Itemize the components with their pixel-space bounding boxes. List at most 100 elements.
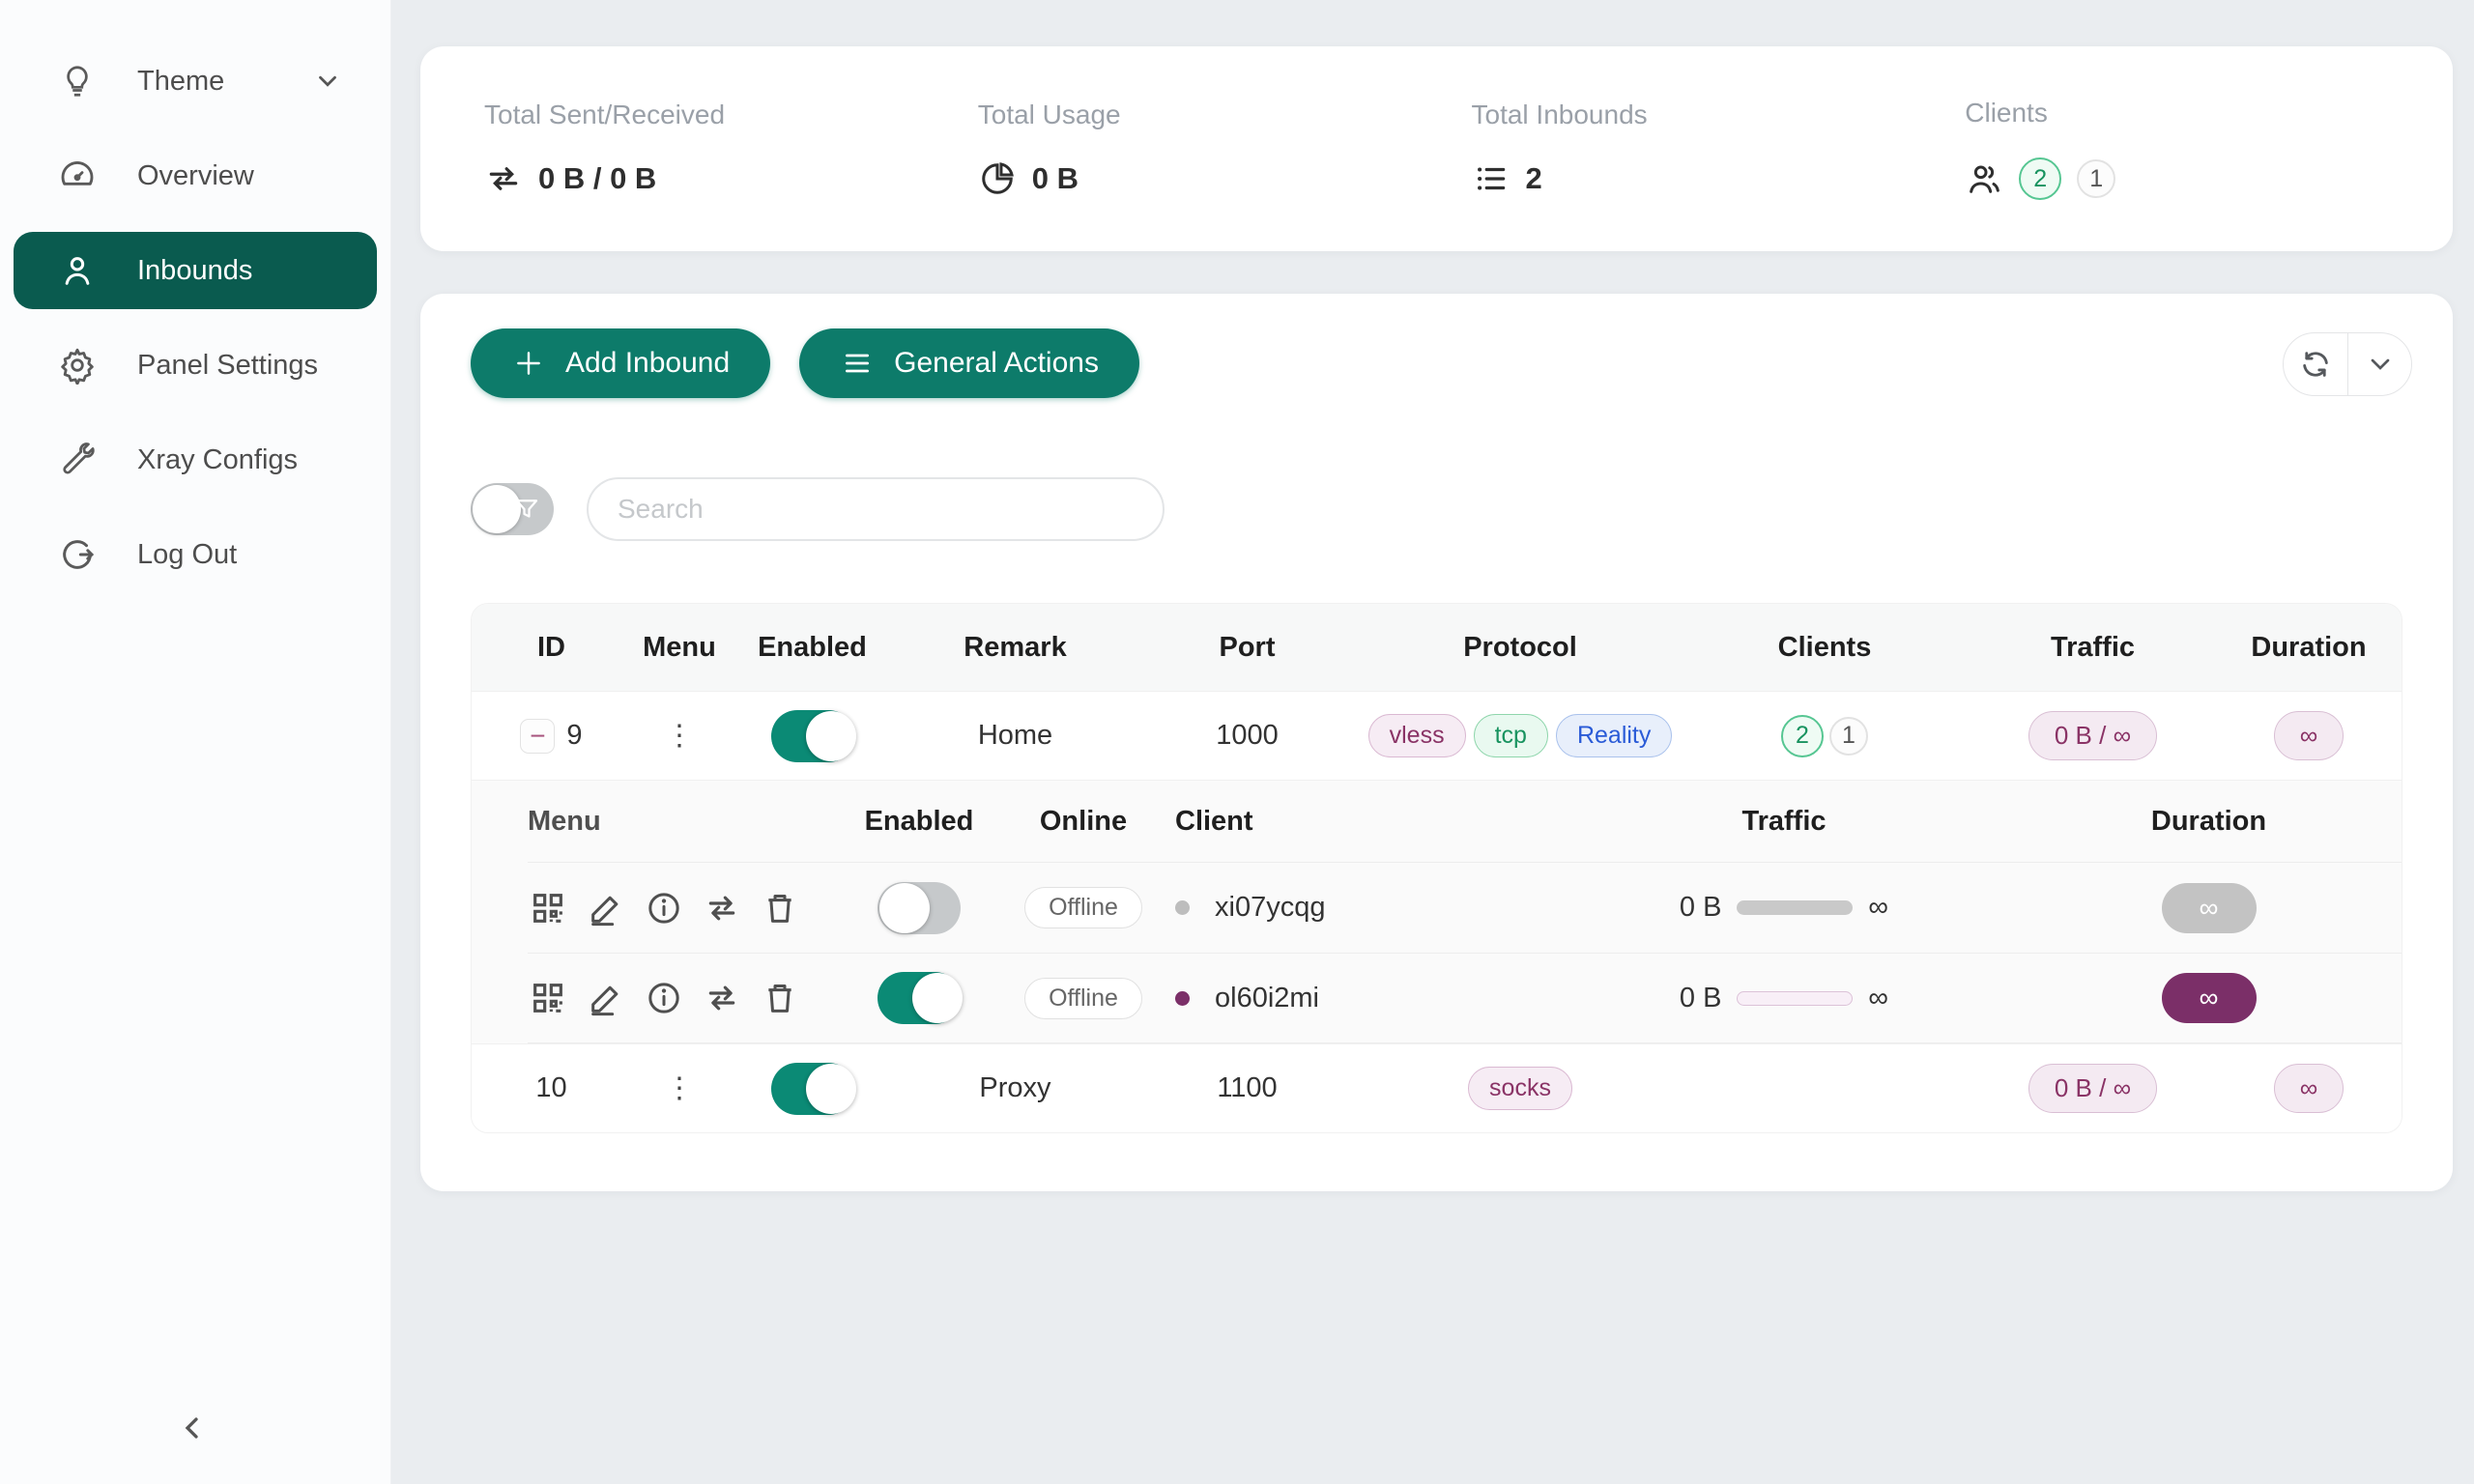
stat-label: Total Inbounds — [1472, 100, 1931, 130]
logout-icon — [56, 533, 99, 576]
add-inbound-button[interactable]: Add Inbound — [471, 328, 770, 398]
sidebar-item-xray-configs[interactable]: Xray Configs — [14, 421, 377, 499]
row-duration-pill: ∞ — [2274, 1064, 2345, 1113]
sidebar-item-overview[interactable]: Overview — [14, 137, 377, 214]
col-header-enabled: Enabled — [728, 632, 897, 664]
client-name: xi07ycqg — [1215, 892, 1325, 924]
client-row: Offline xi07ycqg 0 B ∞ ∞ — [528, 862, 2402, 953]
refresh-interval-dropdown[interactable] — [2347, 333, 2411, 395]
main-content: Total Sent/Received 0 B / 0 B Total Usag… — [391, 0, 2474, 1484]
subcol-header-duration: Duration — [2016, 806, 2402, 838]
general-actions-label: General Actions — [894, 347, 1099, 380]
lightbulb-icon — [56, 60, 99, 102]
client-traffic-bar — [1737, 991, 1853, 1006]
search-row — [471, 477, 2402, 541]
table-row: 10 ⋮ Proxy 1100 socks 0 B / ∞ ∞ — [472, 1043, 2402, 1132]
edit-icon[interactable] — [586, 978, 626, 1018]
people-icon — [1965, 159, 2003, 198]
client-traffic-used: 0 B — [1680, 983, 1722, 1014]
clients-count-badge: 2 — [2019, 157, 2061, 200]
sidebar-item-panel-settings[interactable]: Panel Settings — [14, 327, 377, 404]
sidebar-collapse-button[interactable] — [162, 1397, 224, 1459]
client-traffic-limit: ∞ — [1868, 983, 1888, 1014]
edit-icon[interactable] — [586, 888, 626, 928]
info-icon[interactable] — [644, 888, 684, 928]
table-header-row: ID Menu Enabled Remark Port Protocol Cli… — [472, 604, 2402, 691]
sidebar-item-label: Panel Settings — [137, 350, 318, 382]
client-status-dot — [1175, 991, 1190, 1006]
row-remark: Home — [897, 720, 1134, 752]
transfer-arrows-icon — [484, 159, 523, 198]
reset-traffic-icon[interactable] — [702, 888, 742, 928]
sidebar-item-theme[interactable]: Theme — [14, 43, 377, 120]
col-header-port: Port — [1134, 632, 1361, 664]
sidebar-item-label: Log Out — [137, 539, 237, 571]
row-id: 9 — [566, 720, 582, 752]
subtable-header-row: Menu Enabled Online Client Traffic Durat… — [528, 781, 2402, 862]
client-duration-pill: ∞ — [2162, 973, 2257, 1023]
client-status-dot — [1175, 900, 1190, 915]
sidebar-item-label: Xray Configs — [137, 444, 298, 476]
security-badge: Reality — [1556, 714, 1672, 757]
delete-icon[interactable] — [760, 888, 800, 928]
stat-total-inbounds: Total Inbounds 2 — [1437, 100, 1931, 198]
subcol-header-menu: Menu — [528, 806, 847, 838]
filter-toggle[interactable] — [471, 483, 554, 535]
stats-card: Total Sent/Received 0 B / 0 B Total Usag… — [420, 46, 2453, 251]
table-row: − 9 ⋮ Home 1000 vless tcp Reality 2 1 — [472, 691, 2402, 780]
col-header-id: ID — [472, 632, 631, 664]
sidebar-item-label: Theme — [137, 66, 224, 98]
row-menu-button[interactable]: ⋮ — [665, 719, 694, 753]
client-duration-pill: ∞ — [2162, 883, 2257, 933]
info-icon[interactable] — [644, 978, 684, 1018]
inbounds-table: ID Menu Enabled Remark Port Protocol Cli… — [471, 603, 2402, 1133]
stat-label: Clients — [1965, 98, 2424, 128]
qr-code-icon[interactable] — [528, 978, 568, 1018]
refresh-button[interactable] — [2284, 333, 2347, 395]
pie-chart-icon — [978, 159, 1017, 198]
toolbar: Add Inbound General Actions — [471, 328, 2402, 398]
sidebar-item-inbounds[interactable]: Inbounds — [14, 232, 377, 309]
app-window: Theme Overview Inbounds Panel Settings — [0, 0, 2474, 1484]
hamburger-icon — [840, 346, 875, 381]
clients-subtable: Menu Enabled Online Client Traffic Durat… — [472, 780, 2402, 1043]
refresh-button-group — [2283, 332, 2412, 396]
client-row: Offline ol60i2mi 0 B ∞ ∞ — [528, 953, 2402, 1043]
stat-clients: Clients 2 1 — [1930, 98, 2424, 200]
col-header-remark: Remark — [897, 632, 1134, 664]
refresh-icon — [2299, 348, 2332, 381]
sidebar: Theme Overview Inbounds Panel Settings — [0, 0, 391, 1484]
search-input[interactable] — [587, 477, 1165, 541]
chevron-left-icon — [176, 1411, 211, 1445]
sidebar-item-logout[interactable]: Log Out — [14, 516, 377, 593]
row-remark: Proxy — [897, 1072, 1134, 1104]
chevron-down-icon — [2365, 349, 2396, 380]
col-header-clients: Clients — [1680, 632, 1970, 664]
col-header-protocol: Protocol — [1361, 632, 1680, 664]
add-inbound-label: Add Inbound — [565, 347, 730, 380]
row-menu-button[interactable]: ⋮ — [665, 1071, 694, 1105]
row-enabled-toggle[interactable] — [771, 710, 854, 762]
client-enabled-toggle[interactable] — [877, 882, 961, 934]
row-traffic-pill: 0 B / ∞ — [2028, 711, 2157, 760]
subcol-header-client: Client — [1175, 806, 1552, 838]
row-enabled-toggle[interactable] — [771, 1063, 854, 1115]
row-clients-count-badge: 2 — [1781, 715, 1824, 757]
general-actions-button[interactable]: General Actions — [799, 328, 1139, 398]
list-icon — [1472, 159, 1510, 198]
online-status-badge: Offline — [1024, 887, 1142, 928]
qr-code-icon[interactable] — [528, 888, 568, 928]
client-enabled-toggle[interactable] — [877, 972, 961, 1024]
stat-value: 0 B — [1032, 161, 1079, 196]
gauge-icon — [56, 155, 99, 197]
reset-traffic-icon[interactable] — [702, 978, 742, 1018]
col-header-traffic: Traffic — [1970, 632, 2216, 664]
delete-icon[interactable] — [760, 978, 800, 1018]
row-port: 1000 — [1134, 720, 1361, 752]
subcol-header-online: Online — [992, 806, 1175, 838]
protocol-badge: vless — [1368, 714, 1466, 757]
online-status-badge: Offline — [1024, 978, 1142, 1019]
row-id: 10 — [535, 1072, 566, 1104]
stat-total-usage: Total Usage 0 B — [943, 100, 1437, 198]
collapse-row-button[interactable]: − — [520, 719, 555, 754]
